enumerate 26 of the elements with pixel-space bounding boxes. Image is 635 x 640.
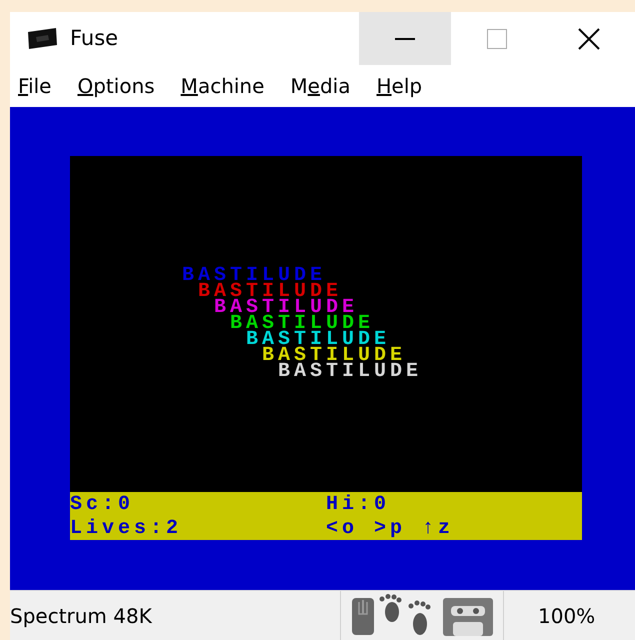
- controls-hint-text: <o >p ↑z: [326, 517, 454, 540]
- machine-label: Spectrum 48K: [10, 602, 153, 630]
- maximize-icon: [487, 28, 507, 48]
- hi-score-text: Hi:0: [326, 493, 390, 516]
- menu-item[interactable]: Media: [290, 71, 364, 101]
- game-title-text: BASTILUDE: [182, 268, 326, 284]
- game-title-text: BASTILUDE: [262, 348, 406, 364]
- score-text: Sc:0: [70, 493, 134, 516]
- menu-item[interactable]: Options: [77, 71, 169, 101]
- minimize-button[interactable]: [359, 12, 451, 65]
- zoom-level: 100%: [538, 602, 596, 630]
- app-icon: [26, 28, 58, 50]
- menu-item[interactable]: File: [18, 71, 66, 101]
- game-title-text: BASTILUDE: [214, 300, 358, 316]
- game-title-text: BASTILUDE: [246, 332, 390, 348]
- menu-item[interactable]: Machine: [180, 71, 278, 101]
- cassette-icon: [443, 596, 493, 636]
- game-title-text: BASTILUDE: [278, 364, 422, 380]
- game-title-text: BASTILUDE: [230, 316, 374, 332]
- menu-item[interactable]: Help: [376, 71, 436, 101]
- game-title-text: BASTILUDE: [198, 284, 342, 300]
- window-title: Fuse: [70, 24, 118, 52]
- mouse-icon: [351, 596, 375, 636]
- lives-text: Lives:2: [70, 517, 182, 540]
- close-icon: [578, 28, 600, 50]
- minimize-icon: [395, 38, 415, 40]
